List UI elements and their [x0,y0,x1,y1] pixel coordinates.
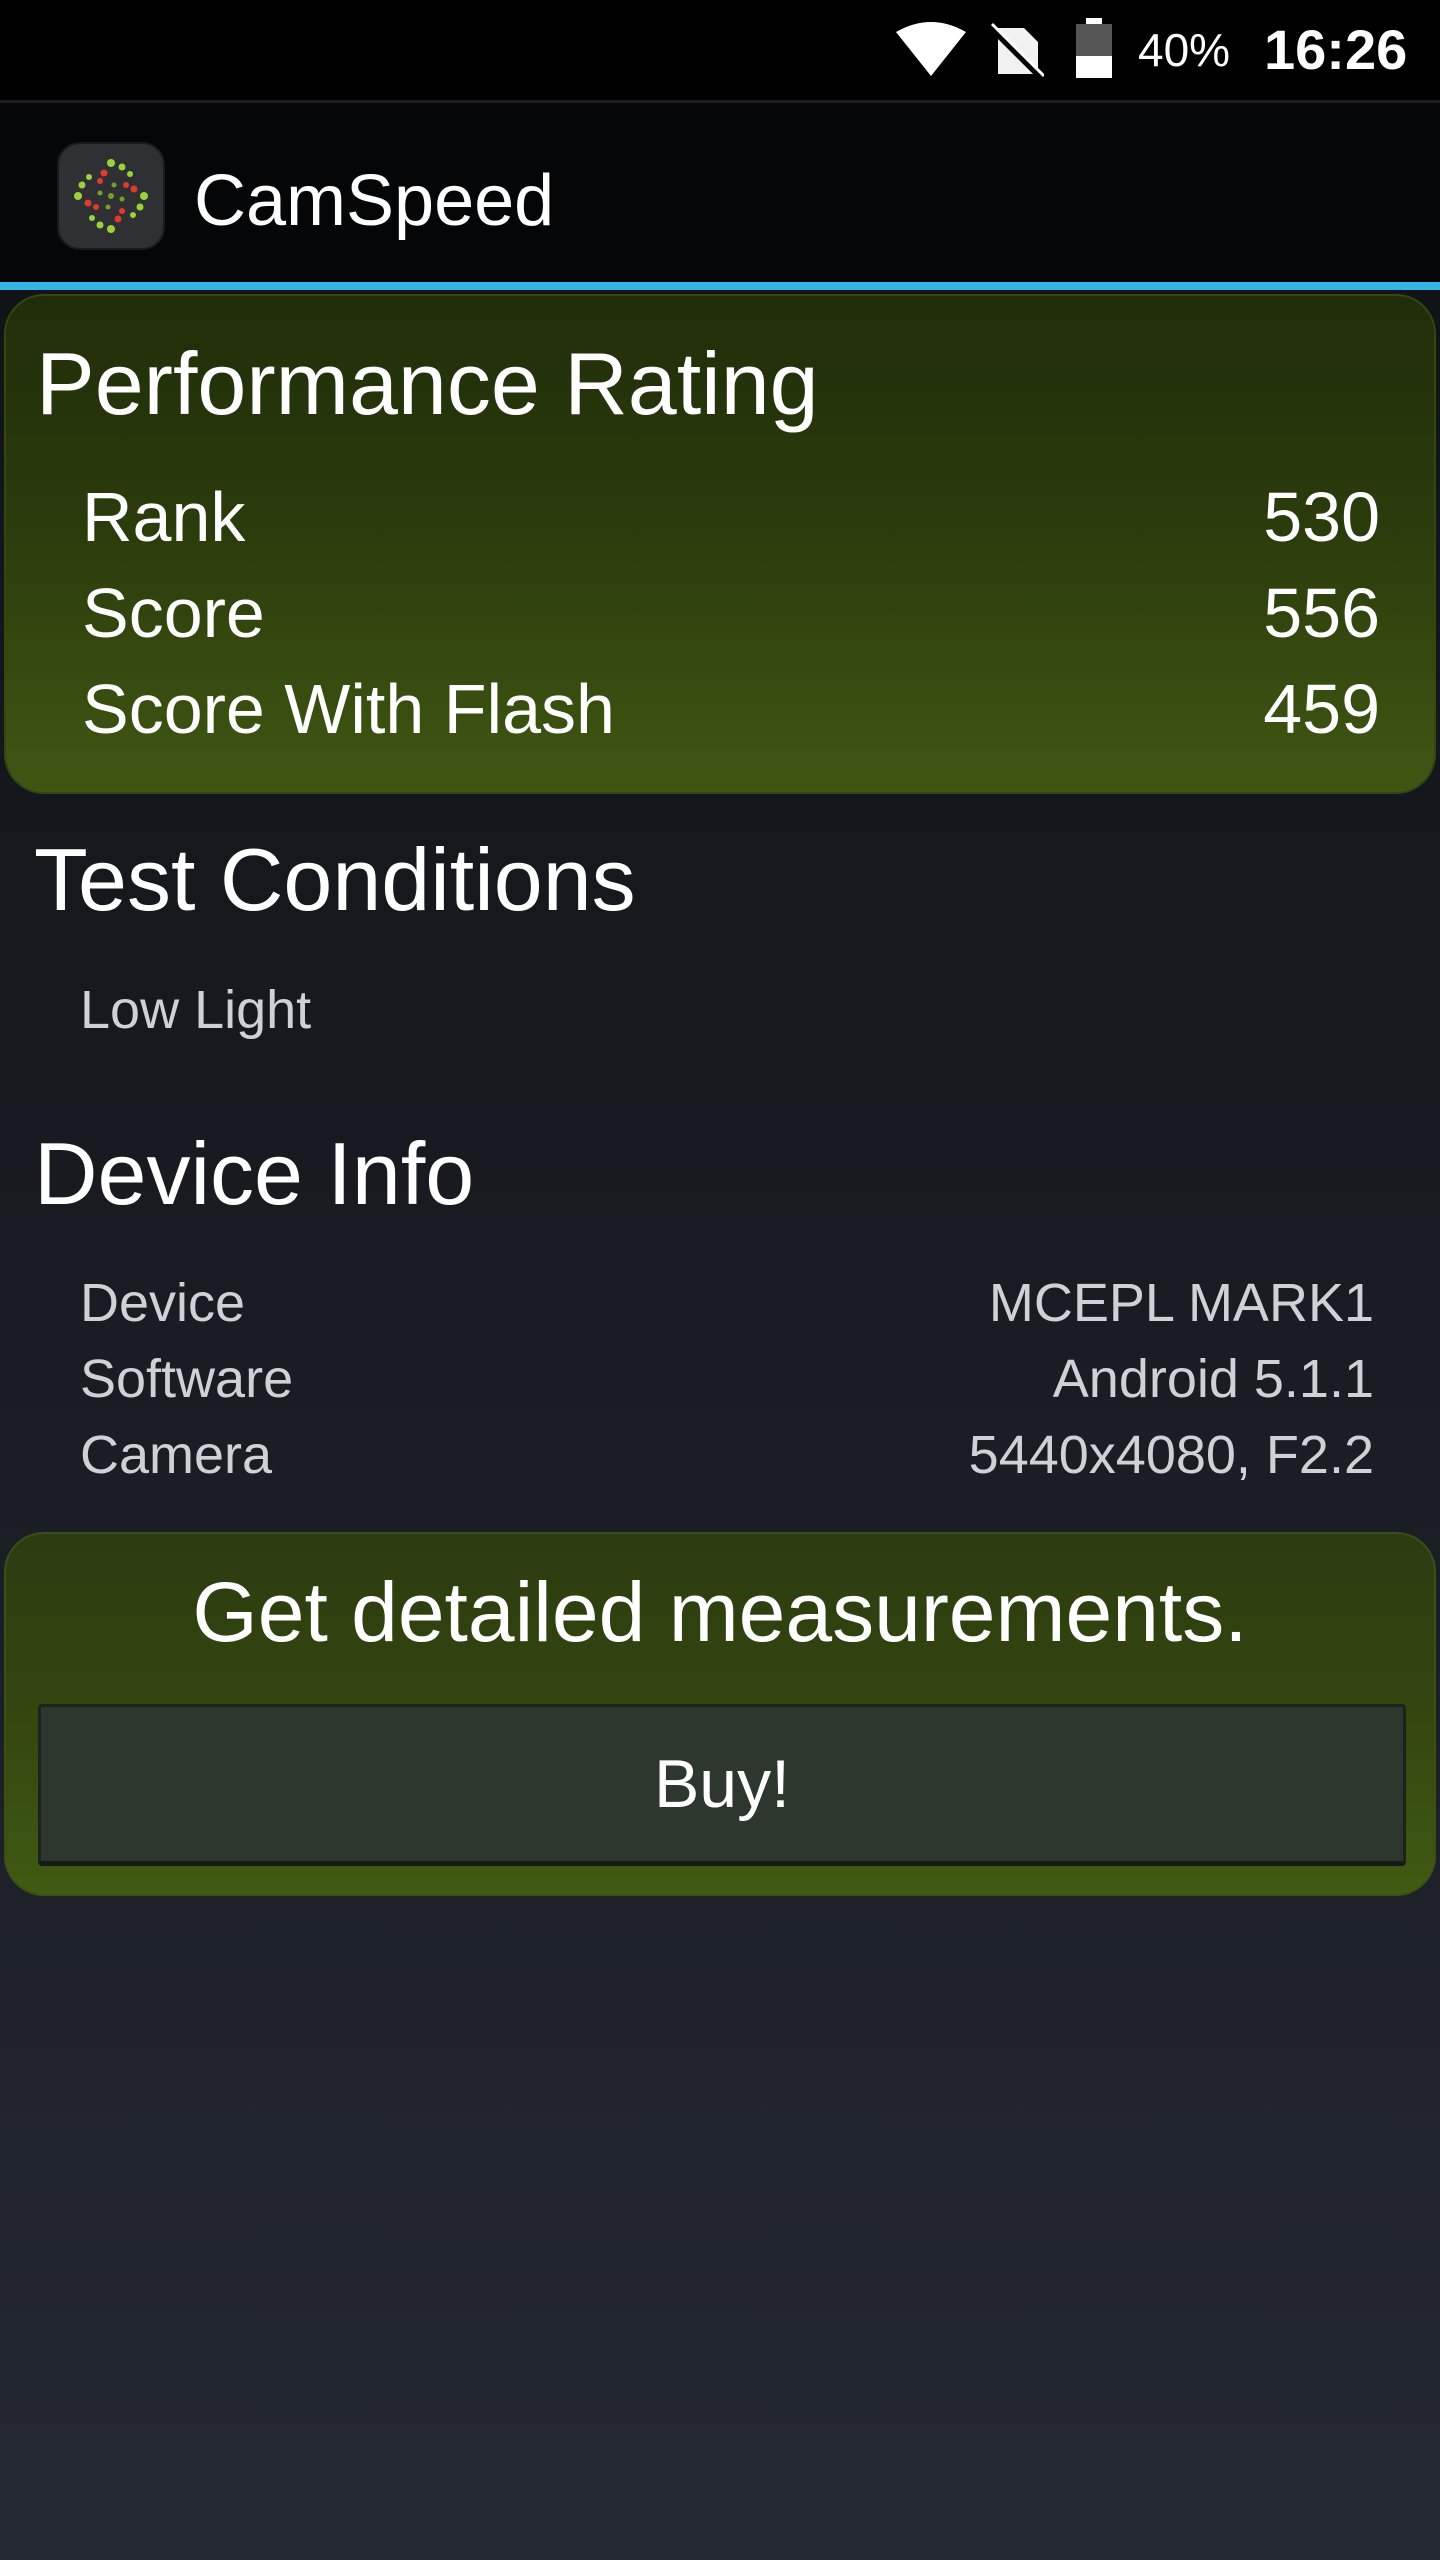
status-bar: 40% 16:26 [0,0,1440,100]
test-condition-value: Low Light [80,980,312,1040]
rank-value: 530 [1263,478,1380,556]
app-bar-divider [0,282,1440,290]
rank-label: Rank [82,478,246,556]
device-label: Device [80,1273,246,1333]
score-label: Score [82,574,265,652]
wifi-icon [896,22,966,76]
device-value: MCEPL MARK1 [988,1273,1374,1333]
software-value: Android 5.1.1 [1052,1349,1374,1409]
performance-rating-panel: Performance Rating Rank 530 Score 556 Sc… [4,294,1436,794]
camspeed-app-icon[interactable] [56,141,166,251]
no-sim-icon [988,22,1044,80]
camera-value: 5440x4080, F2.2 [968,1425,1374,1485]
device-row: Device MCEPL MARK1 [80,1270,1374,1336]
app-bar: CamSpeed [0,100,1440,282]
app-title: CamSpeed [194,161,555,241]
device-info-title: Device Info [34,1124,475,1223]
camera-label: Camera [80,1425,273,1485]
score-with-flash-value: 459 [1263,670,1380,748]
test-conditions-title: Test Conditions [34,830,636,929]
score-with-flash-label: Score With Flash [82,670,615,748]
camera-row: Camera 5440x4080, F2.2 [80,1422,1374,1488]
rank-row: Rank 530 [82,474,1380,560]
software-label: Software [80,1349,294,1409]
performance-rating-title: Performance Rating [36,334,819,433]
score-value: 556 [1263,574,1380,652]
score-row: Score 556 [82,570,1380,656]
promo-text: Get detailed measurements. [192,1565,1248,1659]
buy-button[interactable]: Buy! [38,1704,1406,1866]
battery-percentage: 40% [1138,24,1231,76]
battery-icon [1076,18,1112,78]
promo-panel: Get detailed measurements. Buy! [4,1532,1436,1896]
score-with-flash-row: Score With Flash 459 [82,666,1380,752]
software-row: Software Android 5.1.1 [80,1346,1374,1412]
status-clock: 16:26 [1264,18,1408,81]
